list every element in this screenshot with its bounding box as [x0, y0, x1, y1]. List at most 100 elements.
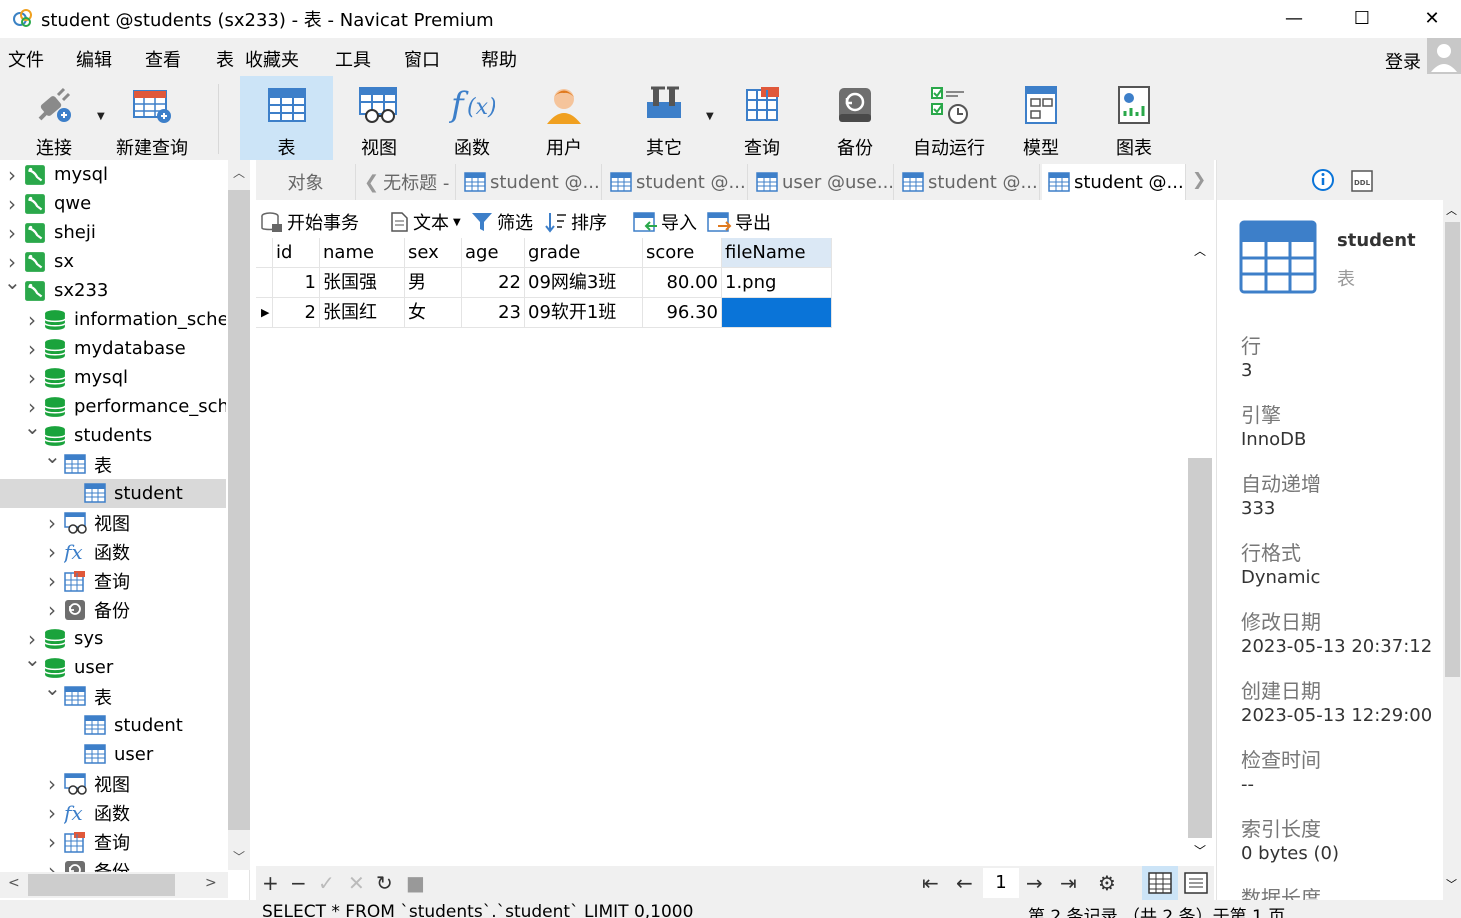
refresh-icon[interactable]: ↻	[376, 871, 393, 895]
column-header-filename[interactable]: fileName	[722, 238, 832, 268]
column-header-id[interactable]: id	[273, 238, 320, 268]
info-scroll-thumb[interactable]	[1445, 222, 1460, 677]
connect-dropdown-icon[interactable]: ▼	[97, 111, 105, 122]
menu-window[interactable]: 窗口	[404, 46, 440, 72]
column-header-sex[interactable]: sex	[405, 238, 462, 268]
grid-vertical-scrollbar[interactable]: ︿ ﹀	[1186, 238, 1214, 866]
tree-item-sx[interactable]: › sx	[0, 247, 226, 276]
form-view-toggle[interactable]	[1180, 866, 1214, 900]
chevron-right-icon[interactable]: ›	[24, 395, 40, 419]
chart-button[interactable]: 图表	[1100, 76, 1168, 160]
scroll-right-icon[interactable]: >	[205, 875, 217, 891]
chevron-down-icon[interactable]: ⌄	[44, 682, 61, 700]
grid-view-toggle[interactable]	[1142, 866, 1178, 900]
chevron-right-icon[interactable]: ›	[4, 250, 20, 274]
info-scroll-up-icon[interactable]: ︿	[1446, 202, 1457, 218]
info-icon[interactable]	[1311, 168, 1335, 192]
column-header-score[interactable]: score	[643, 238, 722, 268]
chevron-down-icon[interactable]: ⌄	[44, 450, 61, 468]
view-button[interactable]: 视图	[345, 76, 413, 160]
minimize-button[interactable]: —	[1259, 0, 1329, 36]
table-cell[interactable]: 1	[273, 268, 320, 298]
tree-item--[interactable]: › fx 函数	[0, 798, 226, 827]
begin-transaction-button[interactable]: 开始事务	[260, 209, 359, 235]
auto-run-button[interactable]: 自动运行	[909, 76, 989, 160]
text-dropdown-icon[interactable]: ▼	[453, 217, 461, 228]
table-cell[interactable]: 女	[405, 298, 462, 328]
tab-student-3[interactable]: student @...	[896, 164, 1040, 200]
avatar[interactable]	[1427, 38, 1461, 74]
tree-item-information-schema[interactable]: › information_schema	[0, 305, 226, 334]
tree-item-student[interactable]: student	[0, 479, 226, 508]
chevron-right-icon[interactable]: ›	[44, 772, 60, 796]
chevron-right-icon[interactable]: ›	[4, 221, 20, 245]
table-cell[interactable]: 1.png	[722, 268, 832, 298]
previous-page-icon[interactable]: ←	[956, 871, 973, 895]
chevron-right-icon[interactable]: ›	[4, 163, 20, 187]
settings-gear-icon[interactable]: ⚙	[1098, 871, 1116, 895]
tree-item--[interactable]: › 视图	[0, 769, 226, 798]
grid-scroll-thumb[interactable]	[1188, 458, 1212, 838]
scroll-down-icon[interactable]: ﹀	[233, 848, 245, 865]
tree-item-performance-schema[interactable]: › performance_schema	[0, 392, 226, 421]
column-header-name[interactable]: name	[320, 238, 405, 268]
menu-file[interactable]: 文件	[8, 46, 44, 72]
tree-item--[interactable]: › fx 函数	[0, 537, 226, 566]
first-page-icon[interactable]: ⇤	[922, 871, 939, 895]
chevron-right-icon[interactable]: ›	[4, 192, 20, 216]
user-button[interactable]: 用户	[530, 76, 598, 160]
tab-scroll-right-icon[interactable]: ❯	[1192, 170, 1206, 190]
table-cell[interactable]: 22	[462, 268, 525, 298]
chevron-right-icon[interactable]: ›	[24, 366, 40, 390]
tree-item--[interactable]: › 查询	[0, 566, 226, 595]
table-cell[interactable]: 09软开1班	[525, 298, 643, 328]
tab-student-1[interactable]: student @...	[458, 164, 602, 200]
menu-help[interactable]: 帮助	[481, 46, 517, 72]
menu-edit[interactable]: 编辑	[76, 46, 112, 72]
table-cell[interactable]	[722, 298, 832, 328]
tab-student-active[interactable]: student @...	[1042, 164, 1186, 200]
tree-item-sheji[interactable]: › sheji	[0, 218, 226, 247]
tree-item-qwe[interactable]: › qwe	[0, 189, 226, 218]
column-header-age[interactable]: age	[462, 238, 525, 268]
add-record-icon[interactable]: +	[262, 871, 279, 895]
tree-horizontal-scrollbar[interactable]: < >	[0, 872, 228, 898]
tree-item-student[interactable]: student	[0, 711, 226, 740]
menu-favorites[interactable]: 收藏夹	[245, 46, 299, 72]
info-scroll-down-icon[interactable]: ﹀	[1446, 876, 1457, 892]
grid-scroll-up-icon[interactable]: ︿	[1194, 242, 1206, 259]
filter-button[interactable]: 筛选	[470, 209, 533, 235]
chevron-down-icon[interactable]: ⌄	[24, 653, 41, 671]
tree-item-mysql[interactable]: › mysql	[0, 363, 226, 392]
chevron-right-icon[interactable]: ›	[24, 308, 40, 332]
menu-tools[interactable]: 工具	[335, 46, 371, 72]
chevron-right-icon[interactable]: ›	[44, 540, 60, 564]
connect-button[interactable]: 连接	[24, 76, 84, 160]
tree-item-students[interactable]: ⌄ students	[0, 421, 226, 450]
table-cell[interactable]: 80.00	[643, 268, 722, 298]
tree-item--[interactable]: ⌄ 表	[0, 682, 226, 711]
tree-item-mydatabase[interactable]: › mydatabase	[0, 334, 226, 363]
page-number-input[interactable]: 1	[983, 868, 1019, 898]
grid-scroll-down-icon[interactable]: ﹀	[1194, 842, 1206, 859]
close-button[interactable]: ✕	[1397, 0, 1461, 36]
column-header-grade[interactable]: grade	[525, 238, 643, 268]
menu-table[interactable]: 表	[216, 46, 234, 72]
tree-item-user[interactable]: ⌄ user	[0, 653, 226, 682]
stop-icon[interactable]: ■	[406, 871, 425, 895]
tree-scroll-thumb[interactable]	[228, 190, 250, 830]
tree-item--[interactable]: › 视图	[0, 508, 226, 537]
query-button[interactable]: 查询	[728, 76, 796, 160]
menu-view[interactable]: 查看	[145, 46, 181, 72]
info-vertical-scrollbar[interactable]: ︿ ﹀	[1443, 200, 1461, 900]
scroll-left-icon[interactable]: <	[8, 875, 20, 891]
tree-hscroll-thumb[interactable]	[28, 874, 175, 896]
chevron-right-icon[interactable]: ›	[44, 801, 60, 825]
chevron-down-icon[interactable]: ⌄	[4, 276, 21, 294]
row-selector[interactable]: ▶	[256, 298, 273, 328]
last-page-icon[interactable]: ⇥	[1060, 871, 1077, 895]
table-cell[interactable]: 张国红	[320, 298, 405, 328]
chevron-right-icon[interactable]: ›	[44, 598, 60, 622]
new-query-button[interactable]: 新建查询	[112, 76, 192, 160]
table-cell[interactable]: 张国强	[320, 268, 405, 298]
